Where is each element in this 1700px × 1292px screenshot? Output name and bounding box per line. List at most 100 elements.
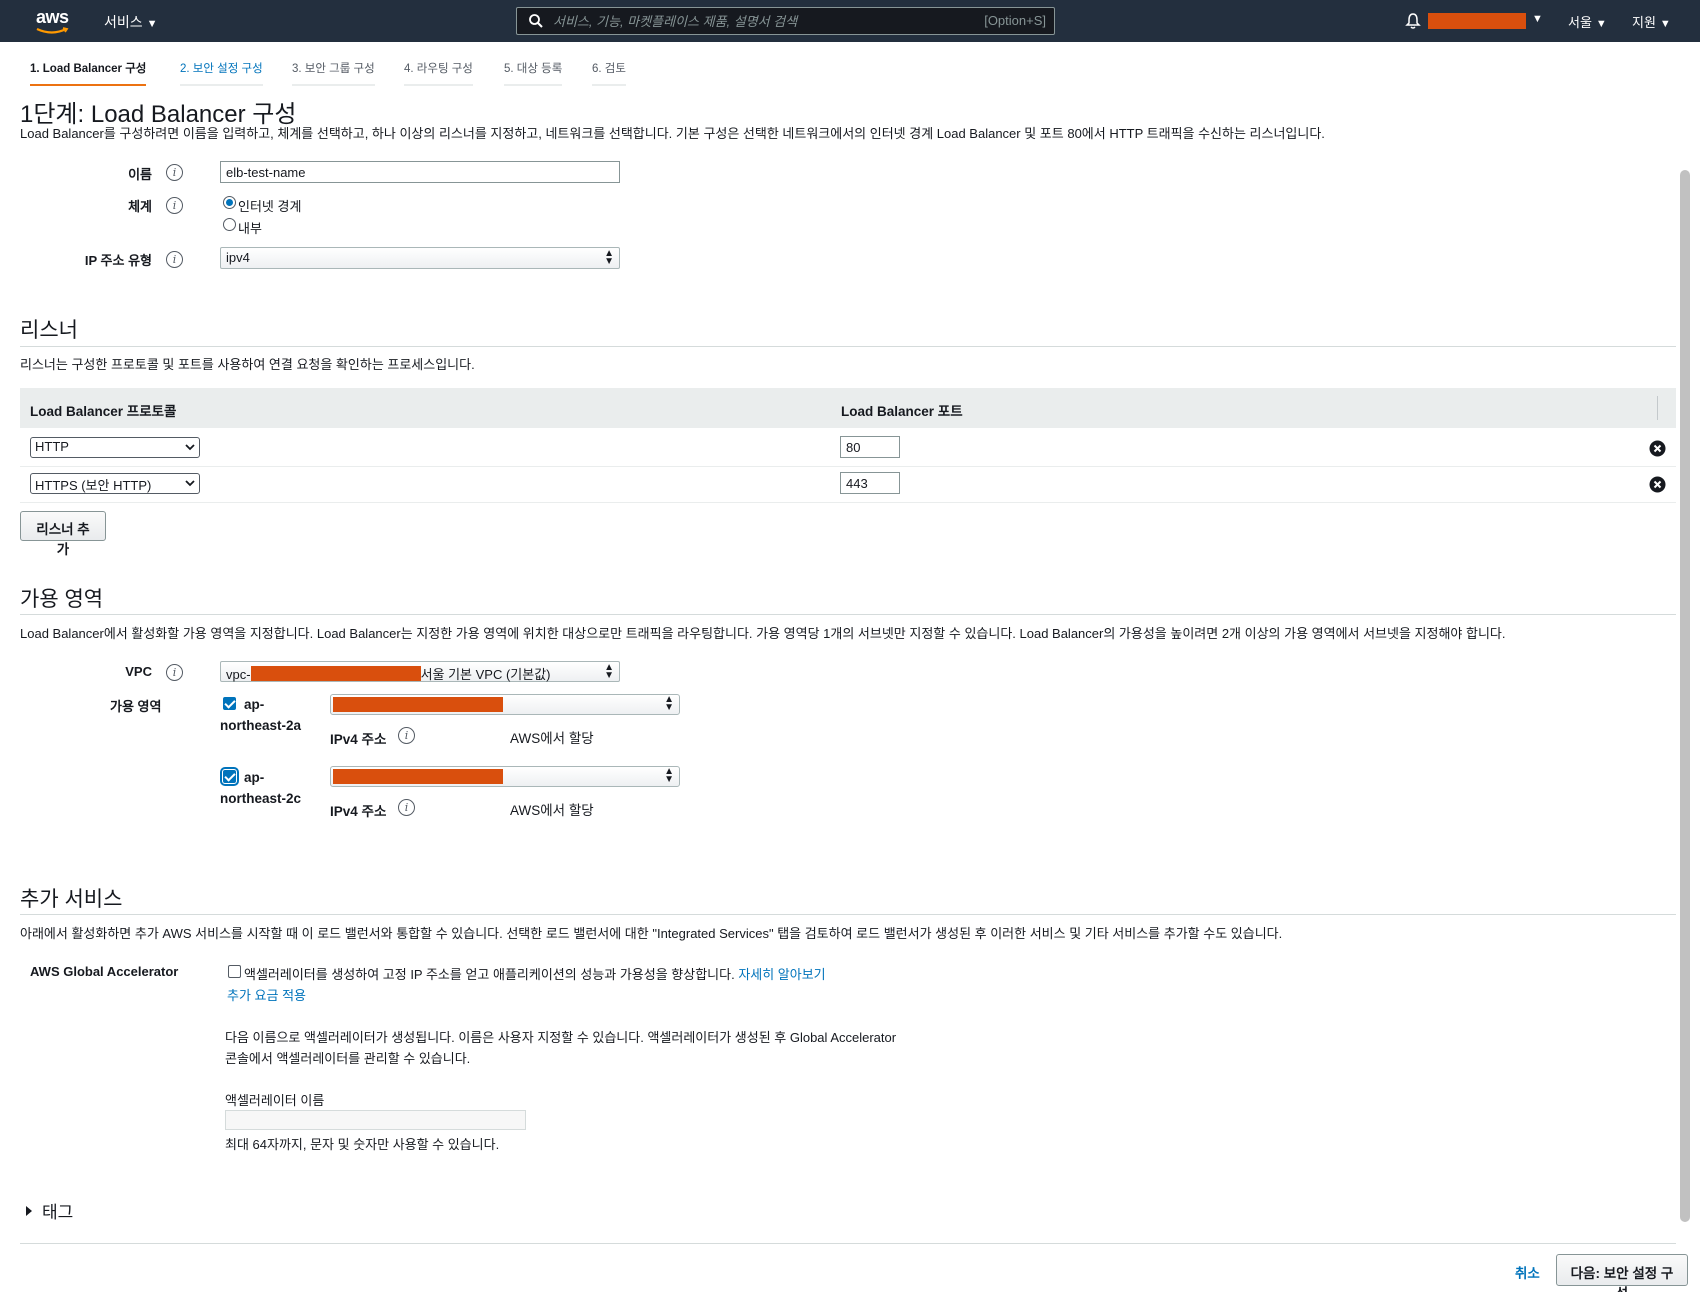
accelerator-name-input[interactable] — [225, 1110, 526, 1130]
support-label: 지원 — [1632, 15, 1656, 30]
row-divider — [20, 466, 1676, 467]
tab-step-6: 6. 검토 — [592, 60, 626, 86]
caret-down-icon: ▼ — [146, 18, 158, 30]
add-listener-button[interactable]: 리스너 추가 — [20, 511, 106, 557]
listeners-description: 리스너는 구성한 프로토콜 및 포트를 사용하여 연결 요청을 확인하는 프로세… — [20, 357, 475, 372]
ipv4-assignment-value: AWS에서 할당 — [510, 731, 594, 746]
vertical-scrollbar[interactable] — [1680, 170, 1690, 1222]
tab-step-3: 3. 보안 그룹 구성 — [292, 60, 375, 86]
scheme-internet-facing-radio[interactable] — [223, 196, 236, 209]
caret-down-icon: ▼ — [1595, 18, 1607, 30]
info-icon[interactable]: i — [166, 664, 183, 681]
select-arrows-icon: ▲ ▼ — [664, 694, 674, 713]
row-divider — [20, 502, 1676, 503]
caret-down-icon: ▼ — [1659, 18, 1671, 30]
tab-step-4: 4. 라우팅 구성 — [404, 60, 473, 86]
zone-c-checkbox[interactable] — [220, 767, 239, 786]
page-description: Load Balancer를 구성하려면 이름을 입력하고, 체계를 선택하고,… — [20, 126, 1325, 141]
search-icon — [529, 14, 543, 28]
zone-a-subnet-select[interactable]: ▲ ▼ — [330, 694, 680, 715]
load-balancer-name-input[interactable] — [220, 161, 620, 183]
chevron-down-icon — [185, 480, 195, 487]
ip-type-selected-value: ipv4 — [226, 250, 250, 265]
info-icon[interactable]: i — [166, 197, 183, 214]
region-label: 서울 — [1568, 15, 1592, 30]
column-header-protocol: Load Balancer 프로토콜 — [30, 404, 177, 419]
region-selector[interactable]: 서울 ▼ — [1568, 12, 1607, 31]
services-menu-button[interactable]: 서비스 ▼ — [104, 12, 158, 32]
zone-a-checkbox[interactable] — [223, 697, 236, 710]
tags-label: 태그 — [42, 1203, 74, 1222]
select-arrows-icon: ▲ ▼ — [604, 662, 614, 681]
account-name-redacted[interactable] — [1428, 13, 1526, 29]
global-accelerator-checkbox[interactable] — [228, 965, 241, 978]
ga-checkbox-text: 액셀러레이터를 생성하여 고정 IP 주소를 얻고 애플리케이션의 성능과 가용… — [244, 967, 735, 982]
search-box[interactable]: [Option+S] — [516, 7, 1055, 35]
caret-right-icon — [26, 1206, 32, 1216]
next-configure-security-button[interactable]: 다음: 보안 설정 구성 — [1556, 1254, 1688, 1292]
az-section-title: 가용 영역 — [20, 588, 104, 611]
ipv4-address-label: IPv4 주소 — [330, 732, 387, 747]
zone-a-name-line2: northeast-2a — [220, 718, 302, 733]
tab-step-1[interactable]: 1. Load Balancer 구성 — [30, 60, 147, 86]
column-header-port: Load Balancer 포트 — [841, 404, 963, 419]
listener-protocol-select[interactable]: HTTP — [30, 437, 200, 458]
notifications-bell-icon[interactable] — [1404, 12, 1422, 30]
vpc-select[interactable]: vpc- 서울 기본 VPC (기본값) ▲ ▼ — [220, 661, 620, 682]
accelerator-name-label: 액셀러레이터 이름 — [225, 1093, 325, 1108]
vpc-label: VPC — [125, 664, 152, 679]
addons-description: 아래에서 활성화하면 추가 AWS 서비스를 시작할 때 이 로드 밸런서와 통… — [20, 926, 1283, 941]
vpc-name: 서울 기본 VPC (기본값) — [420, 667, 551, 682]
select-arrows-icon: ▲ ▼ — [604, 248, 614, 267]
account-caret-down-icon[interactable]: ▼ — [1532, 13, 1543, 25]
info-icon[interactable]: i — [398, 799, 415, 816]
top-navigation-bar: aws 서비스▼ [Option+S] ▼ 서울▼ 지원▼ — [0, 0, 1700, 42]
ip-address-type-select[interactable]: ipv4 ▲ ▼ — [220, 247, 620, 269]
tab-step-2[interactable]: 2. 보안 설정 구성 — [180, 60, 263, 86]
info-icon[interactable]: i — [166, 164, 183, 181]
az-description: Load Balancer에서 활성화할 가용 영역을 지정합니다. Load … — [20, 626, 1506, 641]
listener-port-input[interactable] — [840, 472, 900, 494]
zone-c-name-line1: ap- — [244, 770, 265, 785]
name-label: 이름 — [128, 167, 152, 182]
scheme-label: 체계 — [128, 199, 152, 214]
ipv4-assignment-value: AWS에서 할당 — [510, 803, 594, 818]
tags-expander[interactable]: 태그 — [26, 1198, 73, 1223]
cancel-link[interactable]: 취소 — [1515, 1262, 1540, 1282]
zone-a-name-line1: ap- — [244, 697, 265, 712]
subnet-redacted — [333, 697, 503, 712]
search-input[interactable] — [553, 11, 953, 31]
services-label: 서비스 — [104, 14, 143, 30]
zone-c-name-line2: northeast-2c — [220, 791, 302, 806]
remove-listener-icon[interactable] — [1649, 476, 1666, 493]
global-accelerator-label: AWS Global Accelerator — [30, 964, 179, 979]
aws-logo-text: aws — [36, 7, 69, 27]
aws-logo[interactable]: aws — [36, 7, 70, 35]
tab-step-5: 5. 대상 등록 — [504, 60, 563, 86]
chevron-down-icon — [185, 444, 195, 451]
select-arrows-icon: ▲ ▼ — [664, 766, 674, 785]
global-accelerator-text: 액셀러레이터를 생성하여 고정 IP 주소를 얻고 애플리케이션의 성능과 가용… — [244, 964, 826, 983]
column-divider — [1657, 396, 1658, 420]
protocol-value: HTTPS (보안 HTTP) — [35, 478, 152, 493]
support-menu[interactable]: 지원 ▼ — [1632, 12, 1671, 31]
listener-protocol-select[interactable]: HTTPS (보안 HTTP) — [30, 473, 200, 494]
scheme-internal-radio[interactable] — [223, 218, 236, 231]
scheme-option-label: 인터넷 경계 — [238, 199, 302, 214]
zone-c-subnet-select[interactable]: ▲ ▼ — [330, 766, 680, 787]
ip-address-type-label: IP 주소 유형 — [84, 253, 152, 268]
section-divider — [20, 1243, 1676, 1244]
protocol-value: HTTP — [35, 439, 69, 454]
ga-info-line2: 콘솔에서 액셀러레이터를 관리할 수 있습니다. — [225, 1051, 471, 1066]
remove-listener-icon[interactable] — [1649, 440, 1666, 457]
listeners-table-header: Load Balancer 프로토콜 Load Balancer 포트 — [20, 388, 1676, 428]
accelerator-name-hint: 최대 64자까지, 문자 및 숫자만 사용할 수 있습니다. — [225, 1137, 500, 1152]
aws-smile-icon — [36, 27, 69, 34]
vpc-prefix: vpc- — [226, 667, 251, 682]
listener-port-input[interactable] — [840, 436, 900, 458]
learn-more-link[interactable]: 자세히 알아보기 — [738, 967, 825, 982]
scheme-option-label: 내부 — [238, 221, 262, 236]
extra-charge-link[interactable]: 추가 요금 적용 — [227, 985, 306, 1004]
info-icon[interactable]: i — [398, 727, 415, 744]
info-icon[interactable]: i — [166, 251, 183, 268]
